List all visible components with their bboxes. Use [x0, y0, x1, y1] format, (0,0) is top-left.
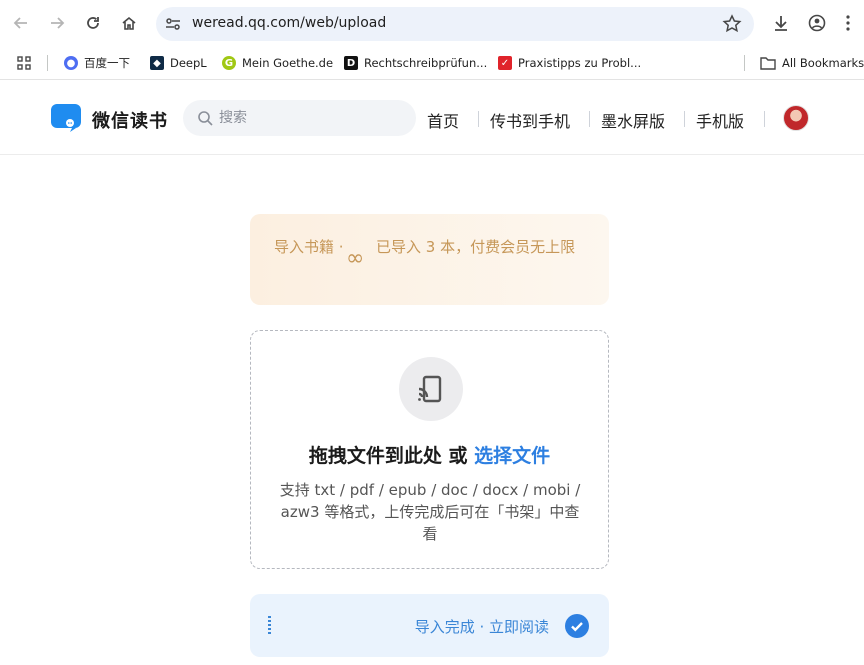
home-icon — [122, 16, 136, 30]
kebab-menu-icon — [846, 15, 850, 31]
reload-icon — [87, 17, 99, 29]
bookmark-label: DeepL — [170, 56, 207, 70]
url-text: weread.qq.com/web/upload — [192, 15, 387, 31]
bookmark-praxistipps[interactable]: ✓ Praxistipps zu Probl... — [498, 53, 641, 73]
baidu-icon: ● — [64, 56, 78, 70]
bookmark-label: Mein Goethe.de — [242, 56, 334, 70]
search-icon — [198, 111, 213, 126]
choose-file-link[interactable]: 选择文件 — [474, 445, 550, 467]
reload-button[interactable] — [80, 10, 106, 36]
nav-separator — [684, 111, 685, 127]
all-bookmarks-label: All Bookmarks — [782, 56, 864, 70]
upload-icon-circle — [399, 357, 463, 421]
import-complete-bar[interactable]: 导入完成 · 立即阅读 — [250, 594, 609, 657]
folder-icon — [760, 57, 776, 70]
back-arrow-icon — [13, 17, 27, 29]
download-icon — [775, 16, 787, 31]
praxistipps-icon: ✓ — [498, 56, 512, 70]
back-button[interactable] — [8, 10, 34, 36]
bookmark-star-icon[interactable] — [722, 14, 742, 34]
file-drop-zone[interactable]: 拖拽文件到此处 或 选择文件 支持 txt / pdf / epub / doc… — [250, 330, 609, 569]
nav-separator — [589, 111, 590, 127]
user-avatar[interactable] — [783, 105, 809, 131]
site-settings-icon[interactable] — [164, 15, 182, 33]
address-bar[interactable]: weread.qq.com/web/upload — [156, 7, 754, 41]
profile-button[interactable] — [804, 10, 830, 36]
bookmark-label: 百度一下 — [84, 56, 130, 70]
bookmark-label: Praxistipps zu Probl... — [518, 56, 642, 70]
forward-arrow-icon — [51, 17, 65, 29]
bookmarks-divider — [47, 55, 48, 71]
search-input[interactable] — [219, 108, 399, 128]
notice-label: 导入书籍 · — [274, 238, 344, 256]
nav-separator — [478, 111, 479, 127]
import-complete-text[interactable]: 导入完成 · 立即阅读 — [415, 616, 549, 637]
deepl-icon: ◆ — [150, 56, 164, 70]
infinity-icon: ∞ — [346, 246, 365, 271]
nav-separator — [764, 111, 765, 127]
all-bookmarks-button[interactable]: All Bookmarks — [760, 53, 864, 73]
site-header: 微信读书 首页 传书到手机 墨水屏版 手机版 — [0, 81, 864, 155]
duden-icon: D — [344, 56, 358, 70]
home-button[interactable] — [116, 10, 142, 36]
logo-text[interactable]: 微信读书 — [92, 107, 168, 133]
nav-send-to-phone[interactable]: 传书到手机 — [490, 108, 570, 132]
bookmarks-bar: ● 百度一下 ◆ DeepL G Mein Goethe.de D Rechts… — [0, 46, 864, 80]
downloads-button[interactable] — [768, 10, 794, 36]
check-icon — [565, 614, 589, 638]
import-quota-notice: 导入书籍 · ∞ 已导入 3 本，付费会员无上限 — [250, 214, 609, 305]
bookmarks-divider — [744, 55, 745, 71]
bookmark-deepl[interactable]: ◆ DeepL — [150, 53, 207, 73]
drop-zone-title-text: 拖拽文件到此处 或 — [308, 445, 475, 467]
menu-button[interactable] — [838, 10, 858, 36]
apps-grid-icon — [17, 56, 31, 70]
bookmark-baidu[interactable]: ● 百度一下 — [64, 53, 130, 73]
notice-text: 已导入 3 本，付费会员无上限 — [376, 238, 576, 256]
progress-indicator-icon — [268, 616, 271, 634]
apps-button[interactable] — [16, 53, 32, 73]
bookmark-label: Rechtschreibprüfun... — [364, 56, 488, 70]
forward-button[interactable] — [44, 10, 70, 36]
supported-formats-text: 支持 txt / pdf / epub / doc / docx / mobi … — [279, 481, 581, 543]
search-box[interactable] — [183, 100, 416, 136]
cast-to-device-icon — [418, 375, 442, 403]
drop-zone-title: 拖拽文件到此处 或 选择文件 — [251, 441, 608, 468]
account-icon — [808, 14, 826, 32]
nav-home[interactable]: 首页 — [427, 108, 459, 132]
bookmark-duden[interactable]: D Rechtschreibprüfun... — [344, 53, 487, 73]
nav-mobile[interactable]: 手机版 — [696, 108, 744, 132]
bookmark-goethe[interactable]: G Mein Goethe.de — [222, 53, 333, 73]
goethe-icon: G — [222, 56, 236, 70]
nav-eink[interactable]: 墨水屏版 — [601, 108, 665, 132]
browser-toolbar: weread.qq.com/web/upload — [0, 0, 864, 46]
weread-logo-icon[interactable] — [50, 101, 82, 133]
